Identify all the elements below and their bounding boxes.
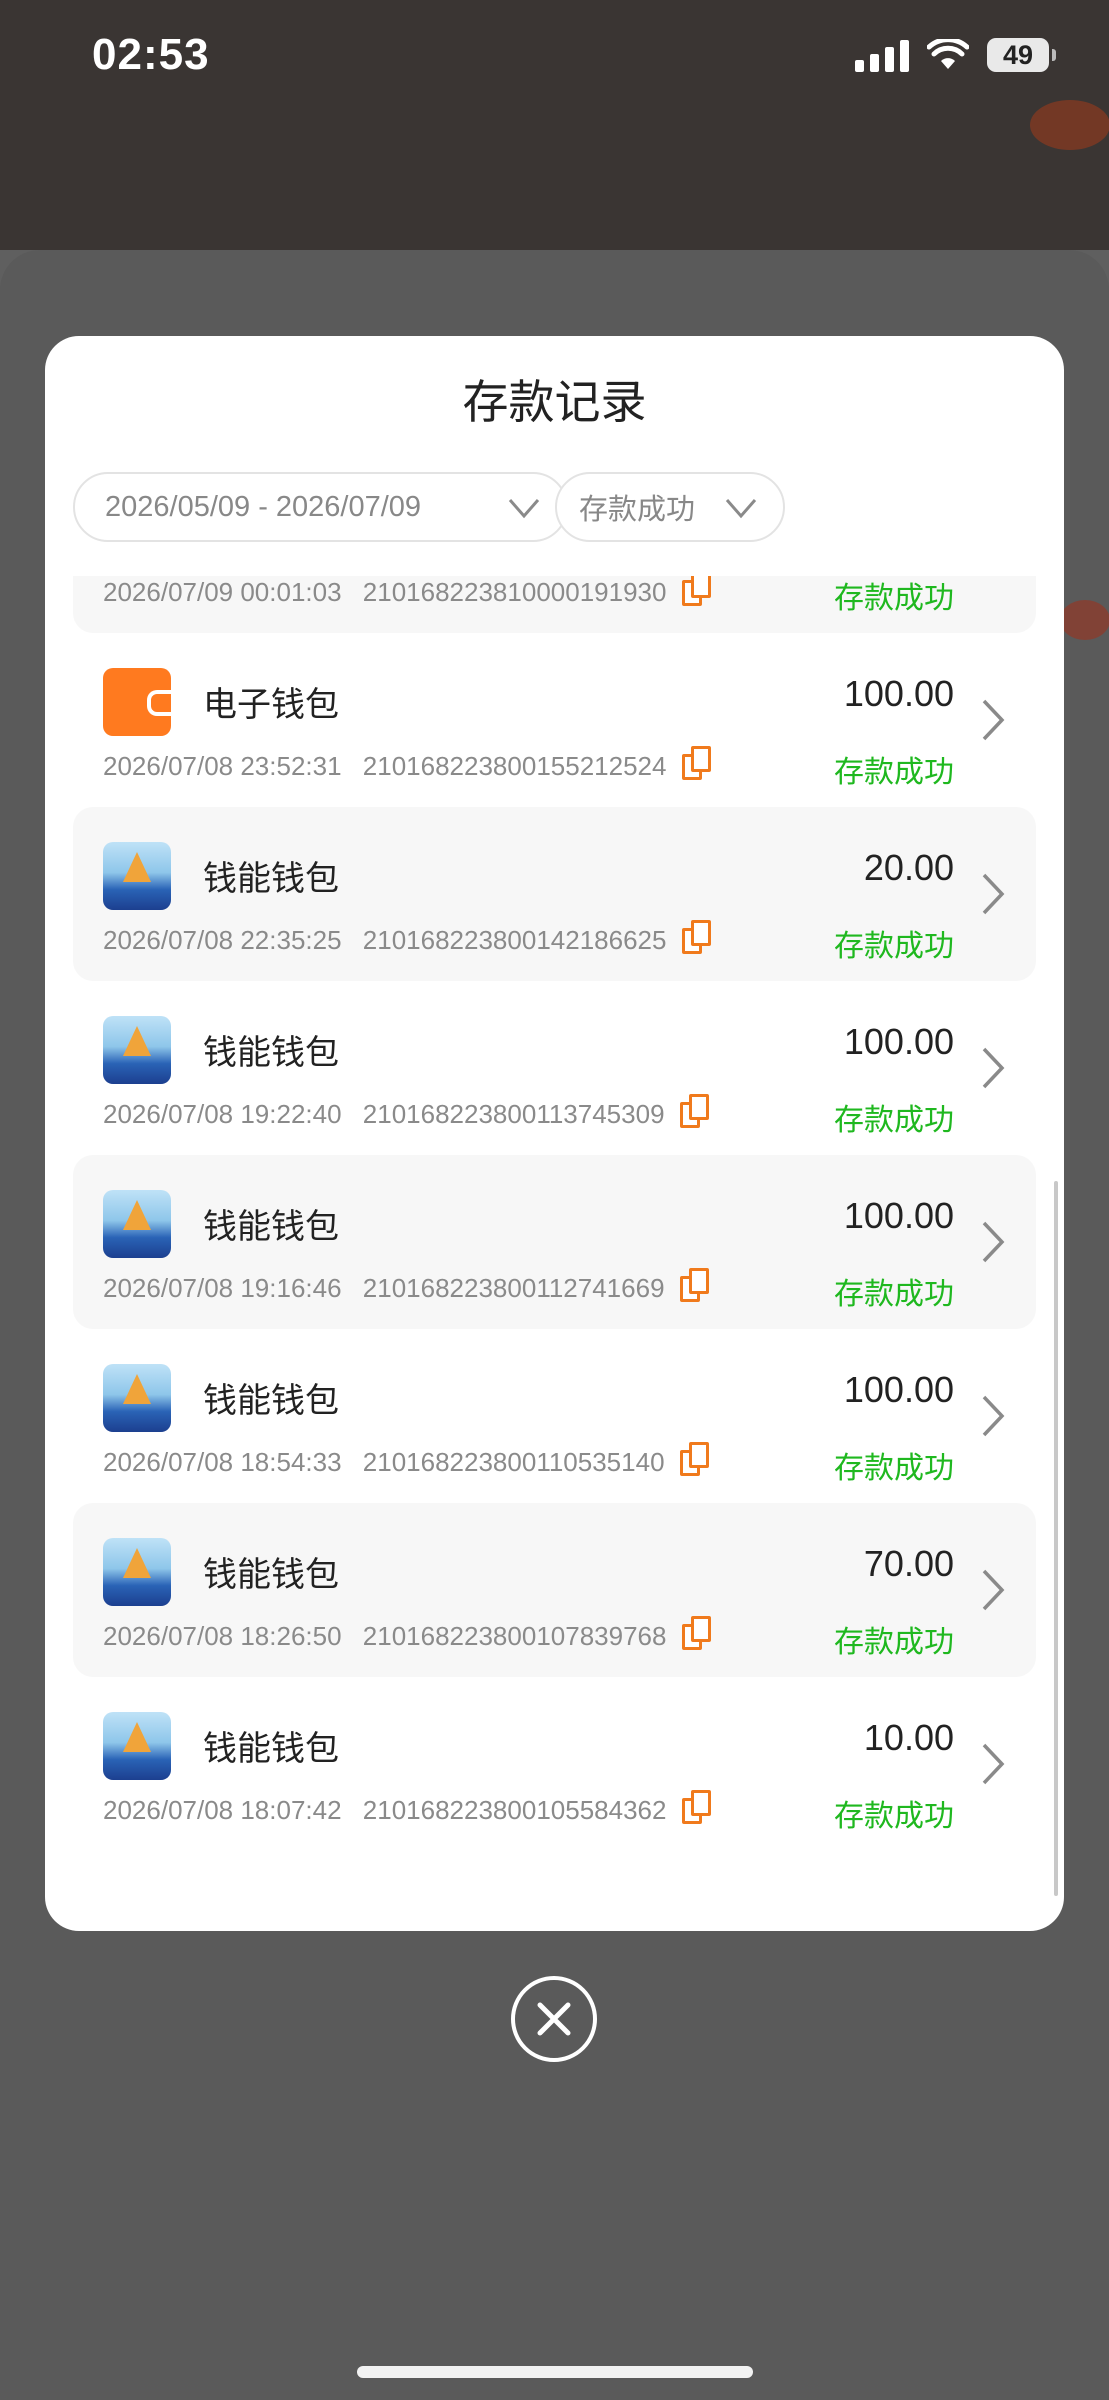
- status-bar: 02:53 49: [0, 0, 1109, 120]
- deposit-record-row[interactable]: 电子钱包 2026/07/08 23:52:31 210168223800155…: [73, 633, 1036, 807]
- date-range-filter[interactable]: 2026/05/09 - 2026/07/09: [73, 472, 568, 542]
- deposit-time: 2026/07/08 18:54:33: [103, 1446, 342, 1477]
- qianneng-wallet-logo: [103, 1538, 171, 1606]
- wallet-name: 电子钱包: [203, 686, 339, 724]
- deposit-time: 2026/07/08 19:22:40: [103, 1098, 342, 1129]
- deposit-amount: 10.00: [863, 1717, 954, 1758]
- close-button[interactable]: [511, 1976, 597, 2062]
- chevron-right-icon: [982, 1395, 1005, 1437]
- close-icon: [537, 2002, 571, 2036]
- scrollbar[interactable]: [1054, 1181, 1058, 1896]
- deposit-status: 存款成功: [834, 1626, 954, 1659]
- chevron-down-icon: [508, 499, 540, 519]
- deposit-amount: 20.00: [863, 847, 954, 888]
- deposit-record-row[interactable]: 钱能钱包 2026/07/08 18:26:50 210168223800107…: [73, 1503, 1036, 1677]
- chevron-down-icon: [725, 499, 757, 519]
- order-number: 210168223800105584362: [362, 1794, 667, 1825]
- wallet-name: 钱能钱包: [203, 1034, 339, 1072]
- order-number: 210168223800155212524: [362, 750, 667, 781]
- copy-icon[interactable]: [681, 920, 712, 956]
- order-number: 210168223800110535140: [362, 1446, 665, 1477]
- copy-icon[interactable]: [679, 1268, 710, 1304]
- status-time: 02:53: [92, 30, 210, 79]
- qianneng-wallet-logo: [103, 1190, 171, 1258]
- signal-icon: [855, 38, 909, 72]
- deposit-record-row[interactable]: 钱能钱包 2026/07/08 19:22:40 210168223800113…: [73, 981, 1036, 1155]
- copy-icon[interactable]: [681, 576, 712, 608]
- wallet-icon: [103, 668, 171, 736]
- deposit-record-row[interactable]: 钱能钱包 2026/07/08 19:16:46 210168223800112…: [73, 1155, 1036, 1329]
- order-number: 210168223800107839768: [362, 1620, 667, 1651]
- chevron-right-icon: [982, 699, 1005, 741]
- deposit-amount: 100.00: [843, 1195, 954, 1236]
- status-filter[interactable]: 存款成功: [555, 472, 785, 542]
- copy-icon[interactable]: [679, 1442, 710, 1478]
- deposit-record-row[interactable]: 钱能钱包 2026/07/08 18:07:42 210168223800105…: [73, 1677, 1036, 1851]
- record-meta: 2026/07/08 18:07:42 21016822380010558436…: [103, 1790, 712, 1830]
- deposit-time: 2026/07/08 22:35:25: [103, 924, 342, 955]
- qianneng-wallet-logo: [103, 1364, 171, 1432]
- copy-icon[interactable]: [681, 1616, 712, 1652]
- copy-icon[interactable]: [681, 746, 712, 782]
- chevron-right-icon: [982, 1221, 1005, 1263]
- background-decoration: [1060, 600, 1109, 640]
- chevron-right-icon: [982, 1743, 1005, 1785]
- chevron-right-icon: [982, 1047, 1005, 1089]
- deposit-status: 存款成功: [834, 1278, 954, 1311]
- record-meta: 2026/07/08 18:26:50 21016822380010783976…: [103, 1616, 712, 1656]
- record-meta: 2026/07/08 18:54:33 21016822380011053514…: [103, 1442, 710, 1482]
- deposit-record-row[interactable]: 钱能钱包 2026/07/08 22:35:25 210168223800142…: [73, 807, 1036, 981]
- modal-title: 存款记录: [462, 376, 647, 428]
- record-meta: 2026/07/09 00:01:03 21016822381000019193…: [103, 576, 712, 612]
- battery-icon: 49: [987, 38, 1056, 72]
- wifi-icon: [927, 39, 969, 69]
- date-range-value: 2026/05/09 - 2026/07/09: [105, 490, 422, 523]
- deposit-record-list[interactable]: 电子钱包 2026/07/09 00:01:03 210168223810000…: [73, 576, 1036, 1916]
- deposit-records-modal: 存款记录 2026/05/09 - 2026/07/09 存款成功 电子钱包 2…: [45, 336, 1064, 1931]
- home-indicator[interactable]: [357, 2366, 753, 2378]
- chevron-right-icon: [982, 873, 1005, 915]
- order-number: 210168223800113745309: [362, 1098, 665, 1129]
- status-filter-value: 存款成功: [579, 494, 696, 526]
- wallet-name: 钱能钱包: [203, 1382, 339, 1420]
- deposit-status: 存款成功: [834, 1800, 954, 1833]
- deposit-amount: 100.00: [843, 673, 954, 714]
- qianneng-wallet-logo: [103, 842, 171, 910]
- deposit-time: 2026/07/08 23:52:31: [103, 750, 342, 781]
- copy-icon[interactable]: [679, 1094, 710, 1130]
- deposit-status: 存款成功: [834, 756, 954, 789]
- deposit-time: 2026/07/08 19:16:46: [103, 1272, 342, 1303]
- record-meta: 2026/07/08 19:16:46 21016822380011274166…: [103, 1268, 710, 1308]
- wallet-name: 钱能钱包: [203, 1208, 339, 1246]
- wallet-name: 钱能钱包: [203, 1730, 339, 1768]
- order-number: 210168223800142186625: [362, 924, 667, 955]
- deposit-record-row[interactable]: 钱能钱包 2026/07/08 18:54:33 210168223800110…: [73, 1329, 1036, 1503]
- record-meta: 2026/07/08 22:35:25 21016822380014218662…: [103, 920, 712, 960]
- qianneng-wallet-logo: [103, 1712, 171, 1780]
- wallet-name: 钱能钱包: [203, 1556, 339, 1594]
- deposit-status: 存款成功: [834, 582, 954, 615]
- deposit-time: 2026/07/09 00:01:03: [103, 576, 342, 607]
- qianneng-wallet-logo: [103, 1016, 171, 1084]
- deposit-time: 2026/07/08 18:07:42: [103, 1794, 342, 1825]
- copy-icon[interactable]: [681, 1790, 712, 1826]
- deposit-amount: 100.00: [843, 1369, 954, 1410]
- record-meta: 2026/07/08 23:52:31 21016822380015521252…: [103, 746, 712, 786]
- order-number: 210168223800112741669: [362, 1272, 665, 1303]
- chevron-right-icon: [982, 1569, 1005, 1611]
- deposit-record-row[interactable]: 电子钱包 2026/07/09 00:01:03 210168223810000…: [73, 576, 1036, 633]
- order-number: 210168223810000191930: [362, 576, 667, 607]
- wallet-name: 钱能钱包: [203, 860, 339, 898]
- deposit-status: 存款成功: [834, 1104, 954, 1137]
- deposit-time: 2026/07/08 18:26:50: [103, 1620, 342, 1651]
- deposit-amount: 70.00: [863, 1543, 954, 1584]
- status-icons: 49: [855, 38, 1056, 72]
- deposit-status: 存款成功: [834, 930, 954, 963]
- deposit-status: 存款成功: [834, 1452, 954, 1485]
- deposit-amount: 100.00: [843, 1021, 954, 1062]
- record-meta: 2026/07/08 19:22:40 21016822380011374530…: [103, 1094, 710, 1134]
